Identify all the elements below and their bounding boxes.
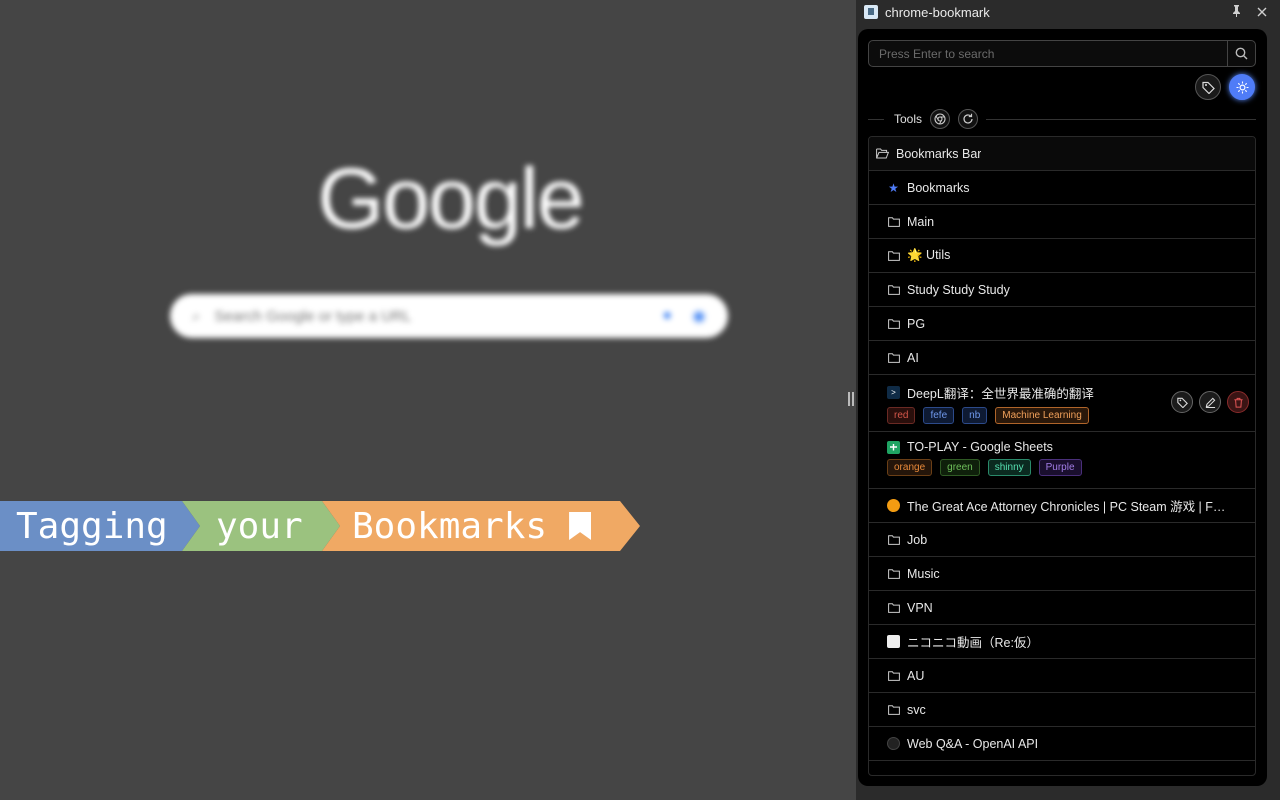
- tag-icon: [1201, 81, 1215, 94]
- banner-word-your: your: [182, 501, 340, 551]
- close-icon[interactable]: [1252, 5, 1272, 20]
- refresh-tool-button[interactable]: [958, 109, 979, 129]
- side-panel: chrome-bookmark Tools: [856, 0, 1280, 800]
- folder-open-icon: [876, 147, 889, 160]
- folder-icon: [887, 567, 900, 580]
- folder-icon: [887, 703, 900, 716]
- folder-icon: [887, 249, 900, 262]
- browser-new-tab-page: Google ⌕ Search Google or type a URL ● ◉…: [0, 0, 848, 800]
- google-search-box[interactable]: ⌕ Search Google or type a URL ● ◉: [170, 294, 728, 338]
- banner-word-tagging: Tagging: [0, 501, 200, 551]
- folder-pg[interactable]: PG: [869, 307, 1255, 341]
- chrome-icon: [934, 113, 946, 125]
- search-icon: ⌕: [192, 307, 201, 325]
- folder-icon: [887, 283, 900, 296]
- tag-shinny[interactable]: shinny: [987, 459, 1031, 476]
- bookmark-item-to-play[interactable]: TO-PLAY - Google Sheets orange green shi…: [869, 432, 1255, 489]
- side-panel-header: chrome-bookmark: [856, 0, 1280, 24]
- delete-bookmark-button[interactable]: [1227, 391, 1249, 413]
- google-sheets-favicon: [887, 440, 900, 454]
- theme-toggle-button[interactable]: [1229, 74, 1255, 100]
- folder-utils[interactable]: 🌟 Utils: [869, 239, 1255, 273]
- bookmark-search: [868, 40, 1256, 67]
- bookmark-icon: [569, 512, 592, 540]
- refresh-icon: [963, 113, 973, 124]
- folder-study[interactable]: Study Study Study: [869, 273, 1255, 307]
- folder-au[interactable]: AU: [869, 659, 1255, 693]
- search-button[interactable]: [1227, 41, 1255, 66]
- edit-tags-button[interactable]: [1171, 391, 1193, 413]
- folder-icon: [887, 533, 900, 546]
- folder-vpn[interactable]: VPN: [869, 591, 1255, 625]
- pin-icon[interactable]: [1226, 4, 1246, 20]
- folder-icon: [887, 601, 900, 614]
- lens-icon[interactable]: ◉: [692, 306, 706, 326]
- folder-job[interactable]: Job: [869, 523, 1255, 557]
- folder-bookmarks-bar[interactable]: Bookmarks Bar: [869, 137, 1255, 171]
- tag-orange[interactable]: orange: [887, 459, 933, 476]
- folder-icon: [887, 351, 900, 364]
- openai-favicon: [887, 737, 900, 750]
- row-actions: [1171, 391, 1249, 413]
- folder-main[interactable]: Main: [869, 205, 1255, 239]
- bookmark-item-ace-attorney[interactable]: The Great Ace Attorney Chronicles | PC S…: [869, 489, 1255, 523]
- tag-fefe[interactable]: fefe: [923, 407, 955, 424]
- deepl-favicon: >: [887, 386, 900, 399]
- panel-resize-handle[interactable]: [848, 392, 854, 406]
- folder-svc[interactable]: svc: [869, 693, 1255, 727]
- side-panel-title: chrome-bookmark: [885, 4, 990, 20]
- niconico-favicon: [887, 635, 900, 648]
- tag-icon: [1176, 397, 1188, 408]
- bookmark-item-deepl[interactable]: > DeepL翻译：全世界最准确的翻译 red fefe nb Machine …: [869, 375, 1255, 432]
- sun-icon: [1236, 81, 1248, 93]
- tag-list: orange green shinny Purple: [887, 459, 1082, 476]
- folder-icon: [887, 317, 900, 330]
- edit-bookmark-button[interactable]: [1199, 391, 1221, 413]
- tag-machine-learning[interactable]: Machine Learning: [995, 407, 1089, 424]
- star-icon: ★: [888, 180, 899, 195]
- google-search-placeholder: Search Google or type a URL: [214, 307, 412, 325]
- bookmark-tree: Bookmarks Bar ★ Bookmarks Main 🌟 Utils S…: [868, 136, 1256, 776]
- steam-favicon: [887, 499, 900, 512]
- extension-icon: [864, 5, 878, 19]
- bookmark-manager: Tools Bookmarks Bar ★ Bookmarks: [858, 29, 1267, 786]
- tag-purple[interactable]: Purple: [1038, 459, 1082, 476]
- folder-music[interactable]: Music: [869, 557, 1255, 591]
- tag-red[interactable]: red: [887, 407, 916, 424]
- tag-manager-button[interactable]: [1195, 74, 1221, 100]
- google-logo: Google: [317, 151, 584, 247]
- tag-list: red fefe nb Machine Learning: [887, 407, 1089, 424]
- tag-nb[interactable]: nb: [962, 407, 988, 424]
- bookmark-item-niconico[interactable]: ニコニコ動画（Re:仮）: [869, 625, 1255, 659]
- folder-icon: [887, 669, 900, 682]
- search-icon: [1235, 47, 1248, 60]
- microphone-icon[interactable]: ●: [662, 307, 672, 325]
- folder-ai[interactable]: AI: [869, 341, 1255, 375]
- bookmark-item-openai-web-qa[interactable]: Web Q&A - OpenAI API: [869, 727, 1255, 761]
- tag-green[interactable]: green: [940, 459, 980, 476]
- tools-row: Tools: [868, 108, 1256, 130]
- trash-icon: [1233, 397, 1243, 408]
- banner-word-bookmarks: Bookmarks: [322, 501, 640, 551]
- folder-icon: [887, 215, 900, 228]
- pencil-icon: [1205, 397, 1215, 408]
- tools-label: Tools: [894, 112, 923, 126]
- bookmark-item-bookmarks[interactable]: ★ Bookmarks: [869, 171, 1255, 205]
- chrome-tool-button[interactable]: [930, 109, 951, 129]
- bookmark-search-input[interactable]: [869, 41, 1227, 66]
